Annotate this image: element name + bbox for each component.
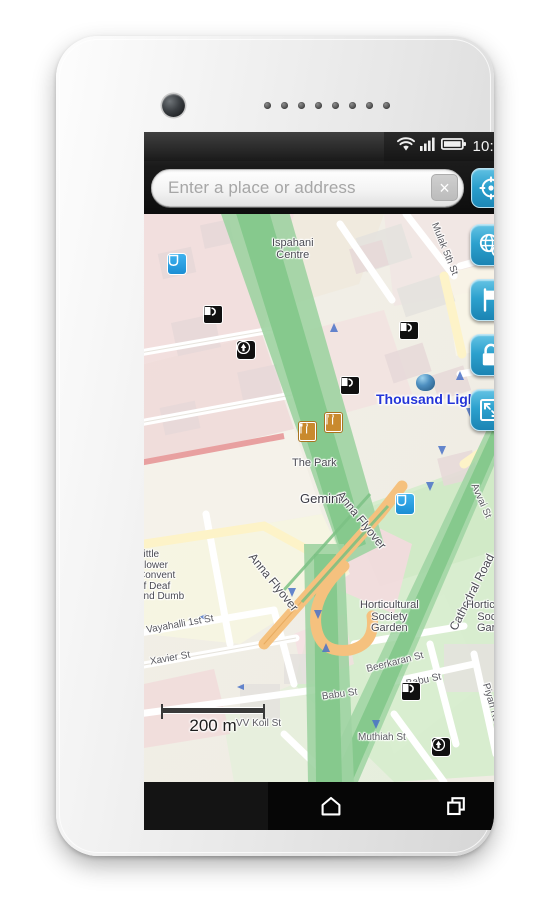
speed-camera-marker[interactable] [400,322,418,339]
phone-screen: Ispahani Centre Thousand Lights The Park… [144,132,494,830]
flag-button[interactable] [470,279,494,321]
nav-back-button[interactable] [144,782,269,830]
phone-device: Ispahani Centre Thousand Lights The Park… [56,36,494,856]
nav-home-button[interactable] [269,782,394,830]
map-tools-sidebar [470,224,494,431]
poi-shield-marker[interactable] [168,254,186,274]
status-bar-clock: 10:08 [472,138,494,155]
android-navigation-bar [144,782,494,830]
clear-search-button[interactable]: × [431,174,458,201]
earpiece-speaker-grille [264,102,390,109]
globe-icon [479,233,494,256]
landmark-dome-marker[interactable] [416,374,435,391]
crop-button[interactable] [470,389,494,431]
lock-button[interactable] [470,334,494,376]
search-bar-row: Enter a place or address × [144,161,494,214]
map-scale-label: 200 m [189,716,237,735]
map-scale-bar: 200 m [161,704,265,736]
wifi-icon [397,136,416,157]
screenshot-root: Ispahani Centre Thousand Lights The Park… [0,0,550,900]
flag-icon [483,288,494,312]
speed-camera-marker[interactable] [341,377,359,394]
search-placeholder: Enter a place or address [168,177,356,197]
poi-shield-marker[interactable] [396,494,414,514]
map-canvas[interactable]: Ispahani Centre Thousand Lights The Park… [144,214,494,782]
direction-arrow-marker[interactable] [432,738,450,756]
map-vector-art [144,214,494,782]
search-input[interactable]: Enter a place or address × [151,168,464,207]
direction-arrow-marker[interactable] [237,341,255,359]
nav-recents-button[interactable] [393,782,494,830]
gps-location-button[interactable] [471,167,494,208]
lock-icon [482,343,494,366]
front-camera-icon [162,94,185,117]
crop-icon [480,399,494,421]
status-bar: 10:08 [144,132,494,161]
restaurant-marker[interactable] [299,422,316,441]
speed-camera-marker[interactable] [204,306,222,323]
battery-icon [441,137,467,156]
home-icon [321,796,341,816]
globe-download-button[interactable] [470,224,494,266]
restaurant-marker[interactable] [325,413,342,432]
speed-camera-marker[interactable] [402,683,420,700]
back-icon [199,796,214,817]
cellular-signal-icon [420,137,436,156]
recents-icon [446,797,465,816]
gps-crosshair-icon [479,175,494,200]
